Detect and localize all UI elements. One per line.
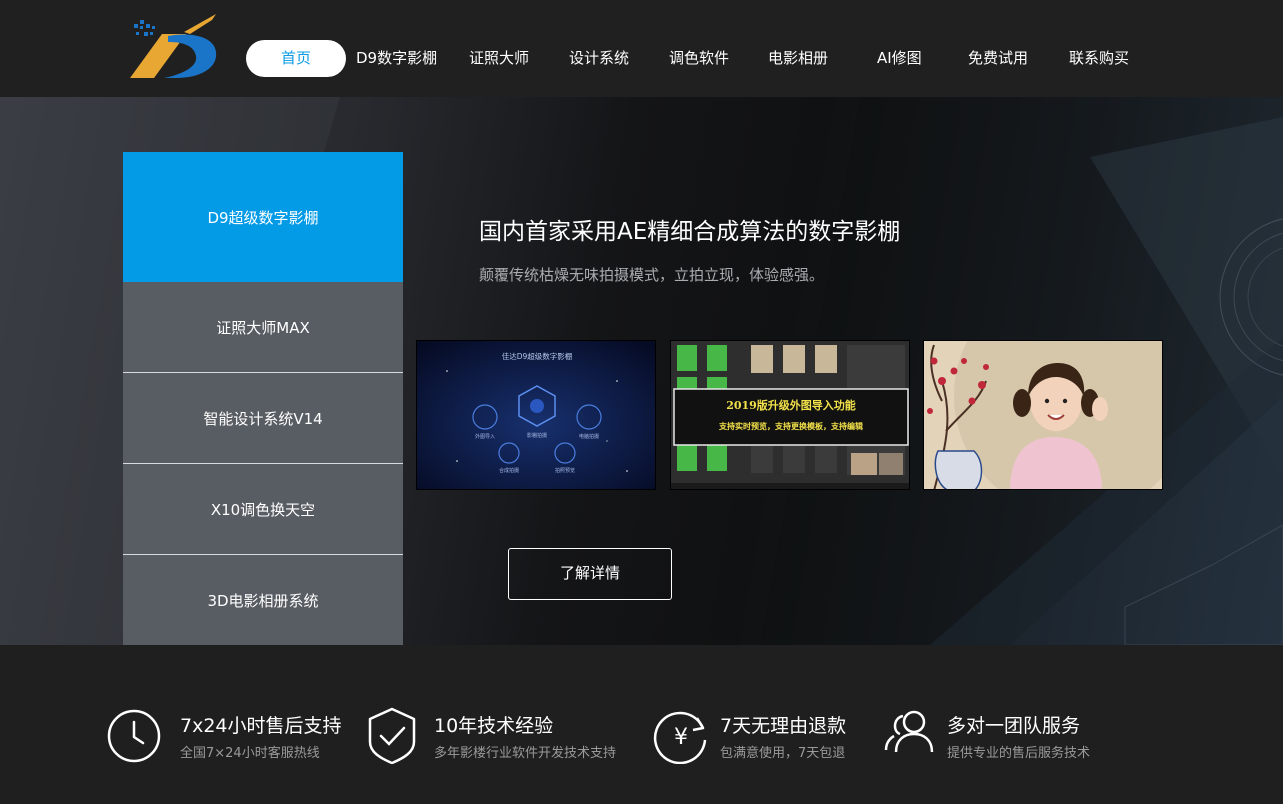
thumb-portrait-sample[interactable] xyxy=(923,340,1163,490)
sidebar-item-x10-color[interactable]: X10调色换天空 xyxy=(123,464,403,555)
feature-desc: 全国7×24小时客服热线 xyxy=(180,746,320,761)
feature-title: 10年技术经验 xyxy=(434,715,554,737)
nav-ai-retouch[interactable]: AI修图 xyxy=(877,40,922,77)
yuan-refund-icon: ¥ xyxy=(653,711,707,764)
thumb1-caption: 佳达D9超级数字影棚 xyxy=(502,351,573,361)
team-icon xyxy=(884,710,934,753)
clock-icon xyxy=(107,709,161,763)
nav-home[interactable]: 首页 xyxy=(246,40,346,77)
hero-title: 国内首家采用AE精细合成算法的数字影棚 xyxy=(479,219,901,245)
nav-id-photo[interactable]: 证照大师 xyxy=(469,40,529,77)
sidebar-item-d9-studio[interactable]: D9超级数字影棚 xyxy=(123,152,403,282)
feature-desc: 多年影楼行业软件开发技术支持 xyxy=(434,746,617,761)
nav-d9-studio[interactable]: D9数字影棚 xyxy=(356,40,437,77)
portrait-sample-image xyxy=(924,341,1162,489)
feature-bar: 7x24小时售后支持 全国7×24小时客服热线 10年技术经验 多年影楼行业软件… xyxy=(0,645,1283,804)
nav-design-system[interactable]: 设计系统 xyxy=(569,40,629,77)
nav-contact-buy[interactable]: 联系购买 xyxy=(1069,40,1129,77)
thumb1-label-pc: 电脑拍摄 xyxy=(579,433,599,440)
d9-interface-image: 佳达D9超级数字影棚 外图导入 影棚拍摄 电脑拍摄 合成拍摄 拍照预览 xyxy=(417,341,655,489)
feature-title: 7x24小时售后支持 xyxy=(180,715,342,737)
feature-desc: 包满意使用，7天包退 xyxy=(720,746,846,761)
thumb1-label-studio: 影棚拍摄 xyxy=(527,432,547,439)
thumb1-label-composite: 合成拍摄 xyxy=(499,467,519,474)
nav-color-software[interactable]: 调色软件 xyxy=(669,40,729,77)
sidebar-item-design-v14[interactable]: 智能设计系统V14 xyxy=(123,373,403,464)
svg-text:¥: ¥ xyxy=(674,725,688,750)
hero-subtitle: 颠覆传统枯燥无味拍摄模式，立拍立现，体验感强。 xyxy=(479,266,825,284)
feature-title: 7天无理由退款 xyxy=(720,715,847,737)
learn-more-button[interactable]: 了解详情 xyxy=(508,548,672,600)
thumb2-subline: 支持实时预览，支持更换模板，支持编辑 xyxy=(718,421,863,431)
thumb-import-feature[interactable]: 2019版升级外图导入功能 支持实时预览，支持更换模板，支持编辑 xyxy=(670,340,910,490)
thumb1-label-import: 外图导入 xyxy=(475,433,495,440)
product-sidebar: D9超级数字影棚 证照大师MAX 智能设计系统V14 X10调色换天空 3D电影… xyxy=(123,152,403,645)
feature-title: 多对一团队服务 xyxy=(947,715,1081,737)
logo-icon[interactable] xyxy=(128,12,220,80)
sidebar-item-3d-album[interactable]: 3D电影相册系统 xyxy=(123,555,403,645)
nav-movie-album[interactable]: 电影相册 xyxy=(768,40,828,77)
import-feature-image: 2019版升级外图导入功能 支持实时预览，支持更换模板，支持编辑 xyxy=(671,341,909,489)
thumb1-label-preview: 拍照预览 xyxy=(555,467,575,474)
hero-banner: D9超级数字影棚 证照大师MAX 智能设计系统V14 X10调色换天空 3D电影… xyxy=(0,97,1283,645)
nav-free-trial[interactable]: 免费试用 xyxy=(968,40,1028,77)
sidebar-item-id-photo-max[interactable]: 证照大师MAX xyxy=(123,282,403,373)
feature-desc: 提供专业的售后服务技术 xyxy=(947,746,1091,761)
thumb-d9-interface[interactable]: 佳达D9超级数字影棚 外图导入 影棚拍摄 电脑拍摄 合成拍摄 拍照预览 xyxy=(416,340,656,490)
shield-check-icon xyxy=(368,707,416,764)
site-header: 首页 D9数字影棚 证照大师 设计系统 调色软件 电影相册 AI修图 免费试用 … xyxy=(0,0,1283,97)
thumb2-headline: 2019版升级外图导入功能 xyxy=(726,398,856,412)
